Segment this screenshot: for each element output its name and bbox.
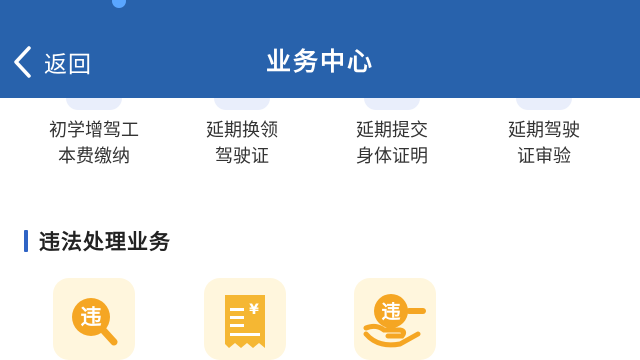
violation-tile-query[interactable]: 违 — [53, 278, 135, 360]
service-label: 初学增驾工 本费缴纳 — [49, 120, 139, 167]
svg-text:违: 违 — [81, 305, 102, 329]
svg-text:违: 违 — [381, 301, 400, 323]
service-label: 延期提交 身体证明 — [356, 120, 428, 167]
status-indicator — [112, 0, 126, 8]
service-icon-stub — [516, 98, 572, 110]
svg-text:¥: ¥ — [249, 302, 259, 318]
page-title: 业务中心 — [265, 47, 374, 76]
section-title: 违法处理业务 — [39, 230, 171, 254]
service-label: 延期驾驶 证审验 — [508, 120, 580, 167]
violation-tile-payment[interactable]: ¥ — [204, 278, 286, 360]
top-navigation-bar: 返回 业务中心 — [0, 0, 640, 98]
service-label: 延期换领 驾驶证 — [206, 120, 278, 167]
service-icon-stub — [66, 98, 122, 110]
section-header-violations: 违法处理业务 — [24, 226, 171, 256]
section-accent-bar — [24, 230, 28, 252]
service-icon-stub — [214, 98, 270, 110]
violation-tile-handling[interactable]: 违 — [354, 278, 436, 360]
service-icon-stub — [364, 98, 420, 110]
